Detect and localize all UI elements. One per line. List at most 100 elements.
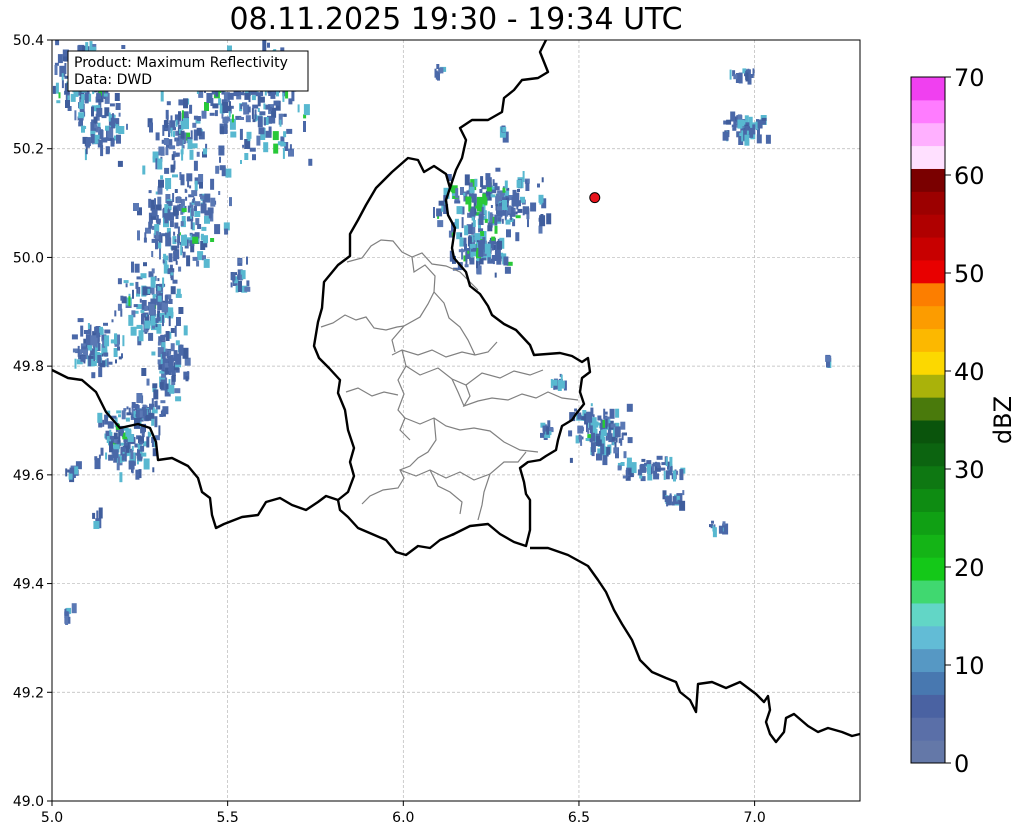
radar-cell bbox=[118, 431, 121, 443]
radar-cell bbox=[191, 190, 198, 197]
radar-cell bbox=[475, 205, 478, 209]
radar-cell bbox=[160, 175, 164, 180]
colorbar-block bbox=[911, 511, 945, 535]
radar-cell bbox=[242, 144, 245, 148]
radar-cell bbox=[118, 414, 121, 418]
radar-cell bbox=[118, 112, 121, 117]
radar-cell bbox=[516, 200, 521, 207]
radar-cell bbox=[181, 234, 187, 246]
info-data-source: Data: DWD bbox=[74, 72, 152, 88]
radar-cell bbox=[497, 256, 502, 262]
radar-cell bbox=[478, 242, 481, 248]
radar-cell bbox=[501, 218, 504, 224]
radar-cell bbox=[254, 109, 257, 120]
radar-cell bbox=[162, 277, 165, 288]
radar-cell bbox=[245, 115, 251, 123]
radar-cell bbox=[121, 453, 125, 461]
radar-cell bbox=[218, 191, 221, 195]
lat-tick-label: 50.4 bbox=[13, 33, 44, 49]
radar-cell bbox=[252, 104, 259, 109]
radar-cell bbox=[131, 261, 134, 273]
radar-cell bbox=[156, 215, 159, 220]
radar-cell bbox=[177, 240, 180, 249]
radar-cell bbox=[148, 332, 154, 341]
radar-cell bbox=[185, 196, 188, 201]
radar-cell bbox=[65, 468, 68, 477]
radar-cell bbox=[247, 133, 251, 142]
radar-cell bbox=[80, 356, 86, 361]
radar-cell bbox=[455, 188, 459, 199]
colorbar-label: dBZ bbox=[989, 396, 1017, 444]
radar-cell bbox=[461, 217, 464, 229]
radar-cell bbox=[474, 178, 478, 187]
radar-cell bbox=[128, 314, 134, 326]
radar-cell bbox=[170, 127, 173, 137]
radar-cell bbox=[591, 446, 595, 457]
radar-cell bbox=[169, 145, 176, 150]
radar-cell bbox=[176, 288, 181, 298]
radar-cell bbox=[106, 358, 109, 368]
radar-cell bbox=[85, 137, 90, 148]
radar-cell bbox=[100, 328, 104, 335]
radar-cell bbox=[96, 107, 103, 117]
radar-cell bbox=[527, 219, 529, 228]
radar-cell bbox=[177, 137, 180, 141]
radar-cell bbox=[252, 154, 256, 161]
radar-cell bbox=[117, 278, 122, 285]
radar-cell bbox=[164, 167, 170, 174]
radar-cell bbox=[126, 412, 132, 416]
radar-cell bbox=[539, 201, 543, 205]
colorbar-block bbox=[911, 145, 945, 169]
radar-cell bbox=[752, 124, 756, 135]
radar-cell bbox=[626, 403, 633, 412]
radar-cell bbox=[173, 131, 175, 138]
radar-cell bbox=[710, 525, 713, 529]
radar-cell bbox=[494, 182, 498, 190]
lat-tick-label: 49.8 bbox=[13, 359, 44, 375]
radar-cell bbox=[731, 124, 736, 128]
radar-cell bbox=[464, 174, 470, 186]
radar-cell bbox=[112, 449, 119, 458]
radar-cell bbox=[121, 45, 126, 49]
radar-cell bbox=[203, 258, 210, 268]
radar-cell bbox=[218, 145, 225, 156]
radar-cell bbox=[263, 117, 266, 126]
radar-cell bbox=[183, 118, 189, 130]
radar-cell bbox=[81, 346, 87, 350]
radar-cell bbox=[669, 456, 673, 466]
radar-cell bbox=[461, 248, 464, 260]
radar-cell bbox=[574, 408, 578, 412]
radar-cell bbox=[191, 233, 195, 237]
radar-cell bbox=[825, 355, 832, 362]
radar-cell bbox=[189, 104, 193, 114]
radar-cell bbox=[192, 122, 197, 128]
radar-cell bbox=[239, 274, 242, 281]
radar-cell bbox=[123, 280, 129, 284]
radar-cell bbox=[761, 117, 767, 121]
radar-cell bbox=[722, 521, 726, 526]
radar-cell bbox=[71, 334, 78, 340]
radar-cell bbox=[711, 520, 714, 524]
colorbar-tick-label: 60 bbox=[954, 162, 985, 190]
radar-cell bbox=[168, 123, 171, 134]
radar-cell bbox=[168, 379, 171, 391]
radar-cell bbox=[487, 225, 493, 232]
radar-cell bbox=[190, 245, 195, 253]
radar-cell bbox=[120, 295, 124, 301]
radar-cell bbox=[174, 388, 181, 394]
lon-tick-label: 6.0 bbox=[392, 810, 414, 826]
radar-cell bbox=[149, 122, 153, 133]
radar-cell bbox=[77, 318, 84, 323]
radar-cell bbox=[479, 189, 483, 193]
radar-cell bbox=[176, 196, 181, 204]
radar-cell bbox=[257, 116, 263, 128]
radar-cell bbox=[148, 190, 152, 194]
radar-cell bbox=[61, 73, 64, 81]
colorbar-block bbox=[911, 740, 945, 764]
radar-cell bbox=[491, 240, 496, 244]
radar-cell bbox=[64, 63, 67, 74]
radar-cell bbox=[476, 258, 480, 262]
radar-cell bbox=[156, 316, 161, 321]
radar-cell bbox=[246, 280, 250, 287]
radar-cell bbox=[55, 40, 60, 46]
